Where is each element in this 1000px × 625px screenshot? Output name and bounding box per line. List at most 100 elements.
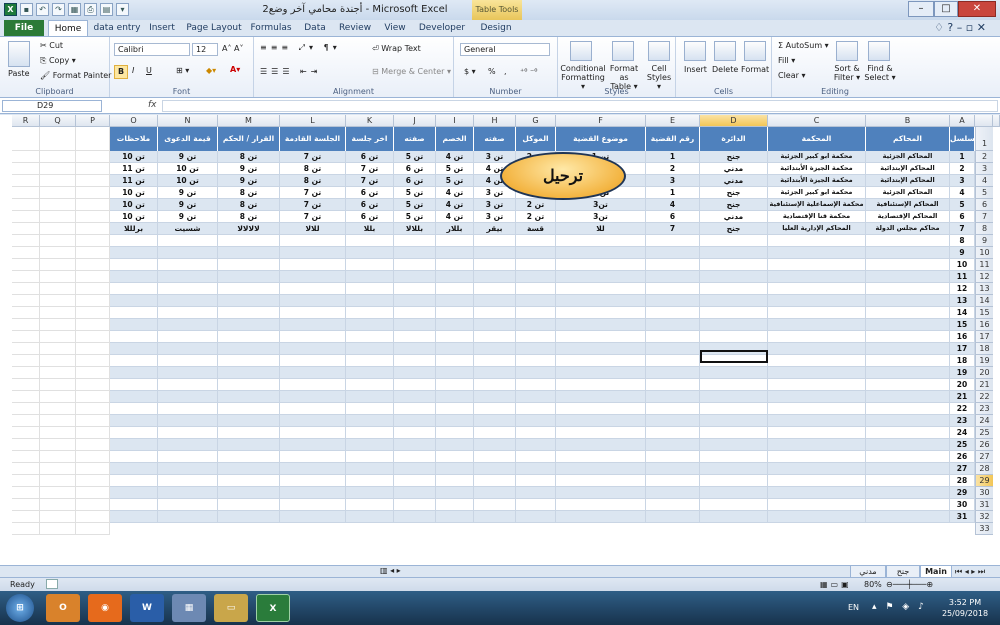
column-header-d[interactable]: D	[700, 115, 768, 127]
table-cell[interactable]	[700, 247, 768, 259]
empty-cell[interactable]	[40, 355, 76, 367]
table-cell[interactable]	[280, 403, 346, 415]
row-header[interactable]: 25	[975, 427, 993, 439]
empty-cell[interactable]	[40, 331, 76, 343]
table-cell[interactable]	[218, 319, 280, 331]
table-cell[interactable]	[516, 415, 556, 427]
row-header[interactable]: 27	[975, 451, 993, 463]
table-cell[interactable]	[280, 415, 346, 427]
table-cell[interactable]: 6	[950, 211, 975, 223]
table-cell[interactable]	[768, 259, 866, 271]
table-cell[interactable]	[394, 391, 436, 403]
serial-cell[interactable]: 16	[950, 331, 975, 343]
empty-cell[interactable]	[40, 391, 76, 403]
empty-cell[interactable]	[12, 151, 40, 163]
table-cell[interactable]	[768, 343, 866, 355]
row-header[interactable]: 10	[975, 247, 993, 259]
table-cell[interactable]	[346, 487, 394, 499]
table-cell[interactable]	[556, 439, 646, 451]
table-cell[interactable]	[110, 283, 158, 295]
serial-cell[interactable]: 10	[950, 259, 975, 271]
table-header-cell[interactable]: رقم القضية	[646, 127, 700, 151]
empty-cell[interactable]	[40, 163, 76, 175]
excel-taskbar-icon[interactable]: X	[256, 594, 290, 622]
table-cell[interactable]	[768, 307, 866, 319]
table-cell[interactable]	[646, 343, 700, 355]
empty-cell[interactable]	[76, 283, 110, 295]
table-cell[interactable]: تن 8	[280, 175, 346, 187]
empty-cell[interactable]	[76, 187, 110, 199]
empty-cell[interactable]	[12, 343, 40, 355]
table-cell[interactable]	[866, 295, 950, 307]
table-cell[interactable]	[516, 259, 556, 271]
table-cell[interactable]: محكمة ابو كبير الجزئية	[768, 151, 866, 163]
empty-cell[interactable]	[12, 223, 40, 235]
table-cell[interactable]	[700, 283, 768, 295]
table-cell[interactable]	[436, 355, 474, 367]
table-cell[interactable]	[474, 499, 516, 511]
table-cell[interactable]	[646, 439, 700, 451]
table-cell[interactable]	[394, 403, 436, 415]
table-cell[interactable]: المحاكم الإبتدائية	[866, 175, 950, 187]
table-cell[interactable]	[346, 343, 394, 355]
table-cell[interactable]	[110, 367, 158, 379]
table-cell[interactable]: تن 7	[280, 199, 346, 211]
table-cell[interactable]	[346, 247, 394, 259]
table-cell[interactable]	[700, 427, 768, 439]
table-cell[interactable]	[556, 247, 646, 259]
table-cell[interactable]	[218, 271, 280, 283]
table-cell[interactable]	[700, 319, 768, 331]
tab-home[interactable]: Home	[48, 20, 88, 36]
grow-font-icon[interactable]: A˄ A˅	[222, 44, 244, 53]
column-header-r[interactable]: R	[12, 115, 40, 127]
column-header-g[interactable]: G	[516, 115, 556, 127]
empty-cell[interactable]	[12, 523, 40, 535]
table-cell[interactable]	[394, 343, 436, 355]
table-cell[interactable]	[158, 427, 218, 439]
table-cell[interactable]	[556, 463, 646, 475]
table-cell[interactable]	[280, 307, 346, 319]
table-header-cell[interactable]: صفته	[394, 127, 436, 151]
table-cell[interactable]: للالا	[280, 223, 346, 235]
table-cell[interactable]	[556, 235, 646, 247]
column-header-h[interactable]: H	[474, 115, 516, 127]
table-cell[interactable]	[866, 499, 950, 511]
table-cell[interactable]	[394, 307, 436, 319]
table-cell[interactable]	[110, 247, 158, 259]
table-cell[interactable]: تن 7	[346, 175, 394, 187]
table-cell[interactable]: تن 7	[280, 151, 346, 163]
undo-icon[interactable]: ↶	[36, 3, 49, 16]
table-cell[interactable]	[218, 295, 280, 307]
tab-data-entry[interactable]: data entry	[92, 20, 142, 36]
table-cell[interactable]	[280, 511, 346, 523]
table-cell[interactable]	[768, 271, 866, 283]
table-cell[interactable]	[516, 379, 556, 391]
table-cell[interactable]	[768, 283, 866, 295]
table-cell[interactable]	[768, 511, 866, 523]
table-cell[interactable]	[516, 307, 556, 319]
table-cell[interactable]	[556, 331, 646, 343]
table-cell[interactable]	[218, 439, 280, 451]
table-cell[interactable]	[110, 451, 158, 463]
table-cell[interactable]	[394, 499, 436, 511]
empty-cell[interactable]	[40, 295, 76, 307]
table-cell[interactable]	[436, 415, 474, 427]
table-cell[interactable]: تن 9	[158, 151, 218, 163]
name-box[interactable]: D29	[2, 100, 102, 112]
empty-cell[interactable]	[76, 331, 110, 343]
table-cell[interactable]	[768, 487, 866, 499]
table-cell[interactable]	[646, 283, 700, 295]
table-cell[interactable]: تن 10	[110, 211, 158, 223]
outlook-taskbar-icon[interactable]: O	[46, 594, 80, 622]
sheet-nav-icons[interactable]: ⏮ ◂ ▸ ⏭	[955, 567, 985, 577]
bold-button[interactable]: B	[114, 65, 128, 79]
table-cell[interactable]: تن 7	[280, 211, 346, 223]
table-cell[interactable]	[474, 307, 516, 319]
table-cell[interactable]	[474, 391, 516, 403]
table-cell[interactable]: 6	[646, 211, 700, 223]
table-cell[interactable]: تن 3	[474, 151, 516, 163]
table-cell[interactable]	[516, 295, 556, 307]
table-cell[interactable]	[866, 403, 950, 415]
table-cell[interactable]: المحاكم الجزئية	[866, 151, 950, 163]
table-cell[interactable]	[768, 379, 866, 391]
